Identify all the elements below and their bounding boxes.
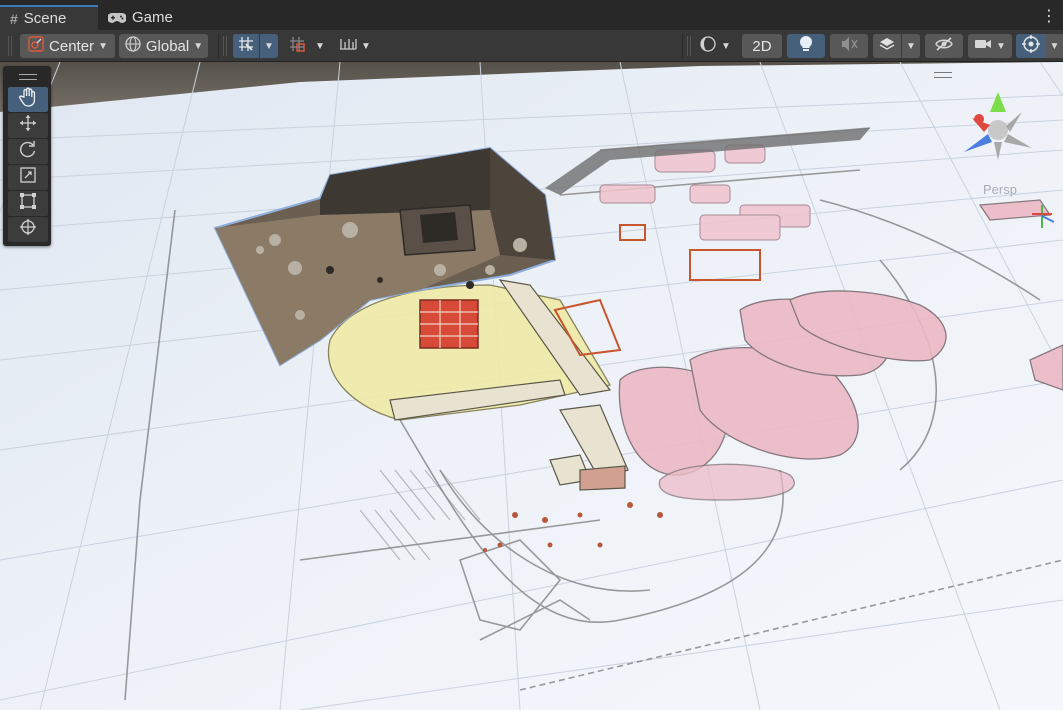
toolbar-grip[interactable] <box>687 36 691 56</box>
globe-icon <box>124 35 142 57</box>
tab-game-label: Game <box>132 9 173 26</box>
projection-label[interactable]: Persp <box>983 182 1017 197</box>
audio-toggle[interactable] <box>830 34 868 58</box>
effects-toggle[interactable] <box>873 34 901 58</box>
toolbar-separator <box>682 34 683 58</box>
toolbar-grip[interactable] <box>8 36 12 56</box>
toolbar-separator <box>218 34 219 58</box>
camera-settings-dropdown[interactable]: ▼ <box>968 34 1012 58</box>
chevron-down-icon: ▼ <box>264 40 274 52</box>
eye-hidden-icon <box>934 36 954 56</box>
tools-overlay <box>3 66 51 246</box>
draw-mode-dropdown[interactable]: ▼ <box>694 34 736 58</box>
brick-structure <box>419 299 479 349</box>
gizmos-toggle[interactable] <box>1016 34 1046 58</box>
audio-mute-icon <box>840 36 858 56</box>
lighting-toggle[interactable] <box>787 34 825 58</box>
increment-snap-toggle[interactable] <box>284 34 310 58</box>
pivot-mode-label: Center <box>49 37 95 55</box>
grid-snap-icon <box>237 35 255 57</box>
more-options-icon[interactable]: ⋮ <box>1041 6 1057 26</box>
tab-scene-label: Scene <box>23 10 67 27</box>
chevron-down-icon: ▼ <box>193 40 204 52</box>
rect-tool-button[interactable] <box>8 191 48 216</box>
pivot-mode-dropdown[interactable]: Center ▼ <box>20 34 115 58</box>
grid-snap-dropdown[interactable]: ▼ <box>260 34 278 58</box>
rotate-tool-button[interactable] <box>8 139 48 164</box>
rotate-icon <box>19 140 37 163</box>
gizmos-dropdown[interactable]: ▼ <box>1046 34 1063 58</box>
effects-layers-icon <box>878 36 896 56</box>
pivot-rotation-label: Global <box>145 37 190 55</box>
gamepad-icon <box>108 12 126 24</box>
increment-snap-icon <box>288 35 306 57</box>
scene-visibility-toggle[interactable] <box>925 34 963 58</box>
chevron-down-icon: ▼ <box>315 40 325 52</box>
ruler-dropdown[interactable]: ▼ <box>333 34 377 58</box>
toolbar-grip[interactable] <box>223 36 227 56</box>
grid-snap-toggle[interactable] <box>233 34 259 58</box>
tab-scene[interactable]: # Scene <box>0 5 98 30</box>
scale-tool-button[interactable] <box>8 165 48 190</box>
camera-icon <box>974 37 992 55</box>
rect-transform-icon <box>19 192 37 215</box>
tab-bar: # Scene Game ⋮ <box>0 0 1063 30</box>
increment-snap-dropdown[interactable]: ▼ <box>311 34 329 58</box>
shading-mode-icon <box>699 35 717 57</box>
move-arrows-icon <box>19 114 37 137</box>
move-tool-button[interactable] <box>8 113 48 138</box>
gizmo-drag-handle[interactable] <box>934 72 952 78</box>
transform-tool-button[interactable] <box>8 217 48 242</box>
chevron-down-icon: ▼ <box>361 40 371 52</box>
toggle-2d-label: 2D <box>752 37 772 55</box>
hand-tool-button[interactable] <box>8 87 48 112</box>
chevron-down-icon: ▼ <box>1049 40 1060 52</box>
gizmos-icon <box>1022 35 1040 57</box>
chevron-down-icon: ▼ <box>996 40 1006 52</box>
hand-icon <box>19 87 37 112</box>
hash-icon: # <box>10 10 18 27</box>
chevron-down-icon: ▼ <box>98 40 108 52</box>
chevron-down-icon: ▼ <box>721 40 731 52</box>
scale-icon <box>19 166 37 189</box>
scene-render <box>0 62 1063 710</box>
scene-toolbar: Center ▼ Global ▼ ▼ ▼ ▼ ▼ 2D ▼ ▼ ▼ <box>0 30 1063 62</box>
effects-dropdown[interactable]: ▼ <box>902 34 920 58</box>
pivot-center-icon <box>27 35 45 57</box>
transform-icon <box>19 218 37 241</box>
tab-game[interactable]: Game <box>98 5 188 30</box>
ruler-icon <box>339 37 357 55</box>
toggle-2d-button[interactable]: 2D <box>742 34 782 58</box>
pivot-rotation-dropdown[interactable]: Global ▼ <box>119 34 208 58</box>
tools-drag-handle[interactable] <box>19 74 37 80</box>
scene-viewport[interactable] <box>0 62 1063 710</box>
chevron-down-icon: ▼ <box>906 40 916 52</box>
lightbulb-icon <box>798 35 814 57</box>
